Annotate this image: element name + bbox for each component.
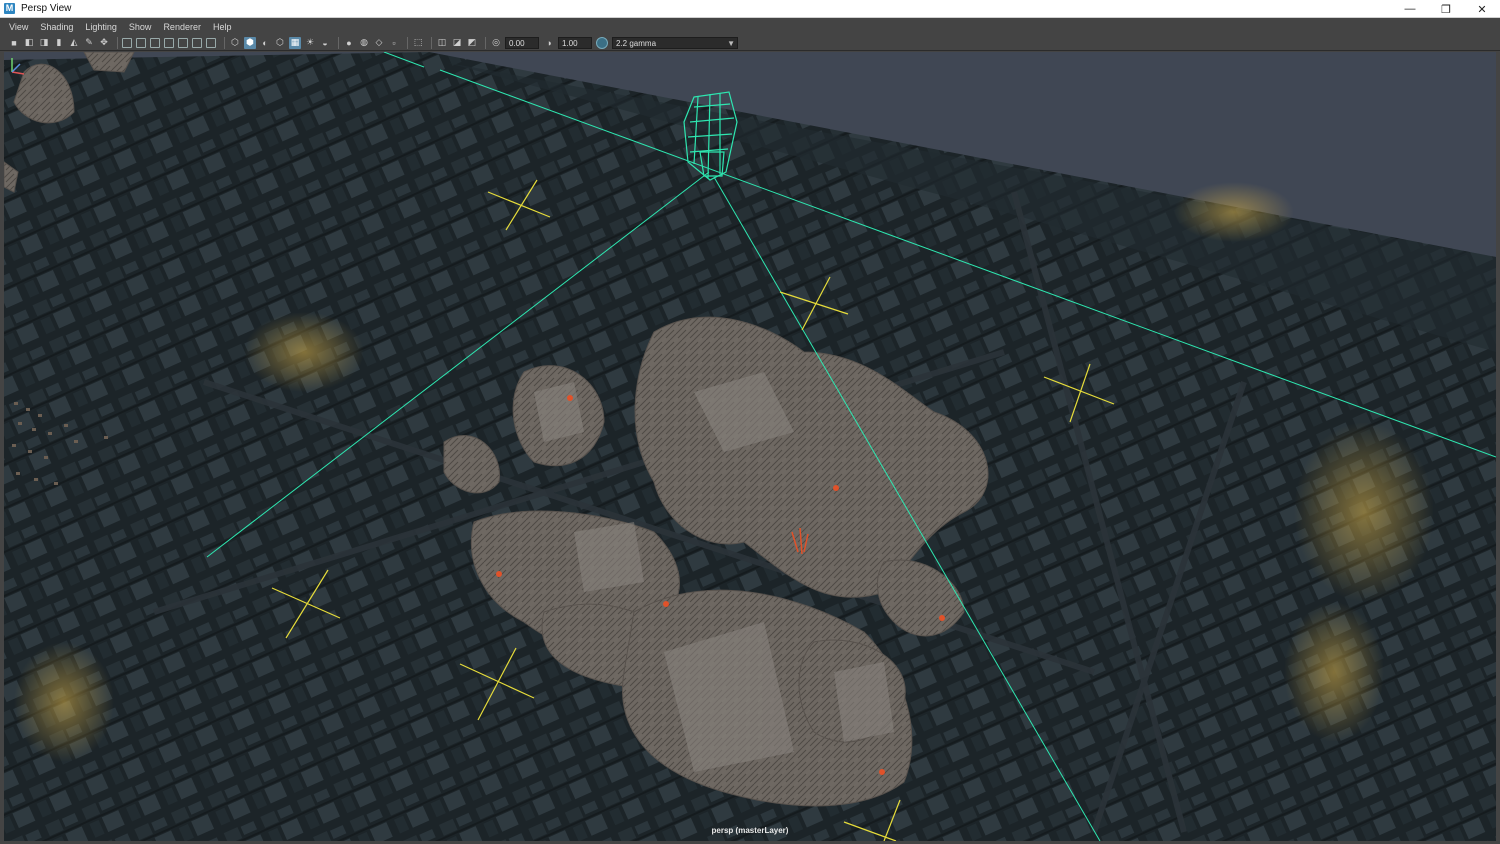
xray-joints-icon[interactable]: ◩ (466, 37, 478, 49)
view-transform-dropdown[interactable]: 2.2 gamma ▼ (612, 36, 738, 49)
camera-attributes-icon[interactable]: ◧ (23, 37, 35, 49)
exposure-icon[interactable]: ◎ (490, 37, 502, 49)
toolbar-separator (431, 36, 432, 49)
gamma-field[interactable]: 1.00 (558, 36, 592, 49)
resolution-gate-icon[interactable] (150, 37, 160, 48)
scene-render (4, 52, 1496, 841)
safe-action-icon[interactable] (192, 37, 202, 48)
gamma-icon[interactable]: ◑ (543, 37, 555, 49)
screen-space-ao-icon[interactable]: ● (343, 37, 355, 49)
wireframe-on-shaded-icon[interactable]: ⬡ (274, 37, 286, 49)
chevron-down-icon: ▼ (727, 38, 735, 48)
smooth-shade-icon[interactable]: ⬢ (244, 36, 256, 49)
default-material-icon[interactable]: ◐ (259, 37, 271, 49)
grid-icon[interactable] (122, 37, 132, 48)
menu-renderer[interactable]: Renderer (158, 22, 206, 32)
depth-of-field-icon[interactable]: ▫ (388, 37, 400, 49)
textured-icon[interactable]: ▦ (289, 36, 301, 49)
menu-view[interactable]: View (4, 22, 33, 32)
wireframe-icon[interactable]: ⬡ (229, 37, 241, 49)
menu-help[interactable]: Help (208, 22, 237, 32)
menu-lighting[interactable]: Lighting (80, 22, 122, 32)
panel-toolbar: ■ ◧ ◨ ▮ ◭ ✎ ✥ ⬡ ⬢ ◐ ⬡ ▦ ☀ ◒ ● ◍ ◇ ▫ ⬚ ◫ … (0, 35, 1500, 51)
image-plane-icon[interactable]: ◭ (68, 37, 80, 49)
isolate-select-icon[interactable]: ⬚ (412, 37, 424, 49)
grease-pencil-icon[interactable]: ✎ (83, 37, 95, 49)
xray-active-components-icon[interactable]: ◪ (451, 37, 463, 49)
menu-shading[interactable]: Shading (35, 22, 78, 32)
camera-label: persp (masterLayer) (711, 826, 789, 835)
bookmarks-icon[interactable]: ▮ (53, 37, 65, 49)
toolbar-separator (407, 36, 408, 49)
use-all-lights-icon[interactable]: ☀ (304, 37, 316, 49)
shadows-icon[interactable]: ◒ (319, 37, 331, 49)
viewport-frame-right (1496, 51, 1500, 841)
close-button[interactable]: ✕ (1464, 0, 1500, 18)
axis-gizmo-icon (11, 58, 25, 75)
minimize-button[interactable]: — (1392, 0, 1428, 18)
menu-show[interactable]: Show (124, 22, 157, 32)
toolbar-separator (117, 36, 118, 49)
twod-pan-zoom-icon[interactable]: ✥ (98, 37, 110, 49)
persp-viewport[interactable]: persp (masterLayer) (4, 52, 1496, 841)
camera-select-icon[interactable]: ■ (8, 37, 20, 49)
safe-title-icon[interactable] (206, 37, 216, 48)
view-transform-value: 2.2 gamma (616, 38, 657, 48)
maya-app-icon: M (4, 3, 15, 14)
toolbar-separator (338, 36, 339, 49)
exposure-field[interactable]: 0.00 (505, 36, 539, 49)
field-chart-icon[interactable] (178, 37, 188, 48)
toolbar-separator (224, 36, 225, 49)
toolbar-separator (485, 36, 486, 49)
bookmark-camera-icon[interactable]: ◨ (38, 37, 50, 49)
motion-blur-icon[interactable]: ◍ (358, 37, 370, 49)
gate-mask-icon[interactable] (164, 37, 174, 48)
window-title: Persp View (21, 3, 72, 14)
window-controls: — ❐ ✕ (1392, 0, 1500, 18)
film-gate-icon[interactable] (136, 37, 146, 48)
anti-aliasing-icon[interactable]: ◇ (373, 37, 385, 49)
color-management-icon[interactable] (596, 36, 608, 49)
menu-bar: View Shading Lighting Show Renderer Help (0, 19, 1500, 35)
restore-button[interactable]: ❐ (1428, 0, 1464, 18)
xray-icon[interactable]: ◫ (436, 37, 448, 49)
title-bar: M Persp View — ❐ ✕ (0, 0, 1500, 18)
